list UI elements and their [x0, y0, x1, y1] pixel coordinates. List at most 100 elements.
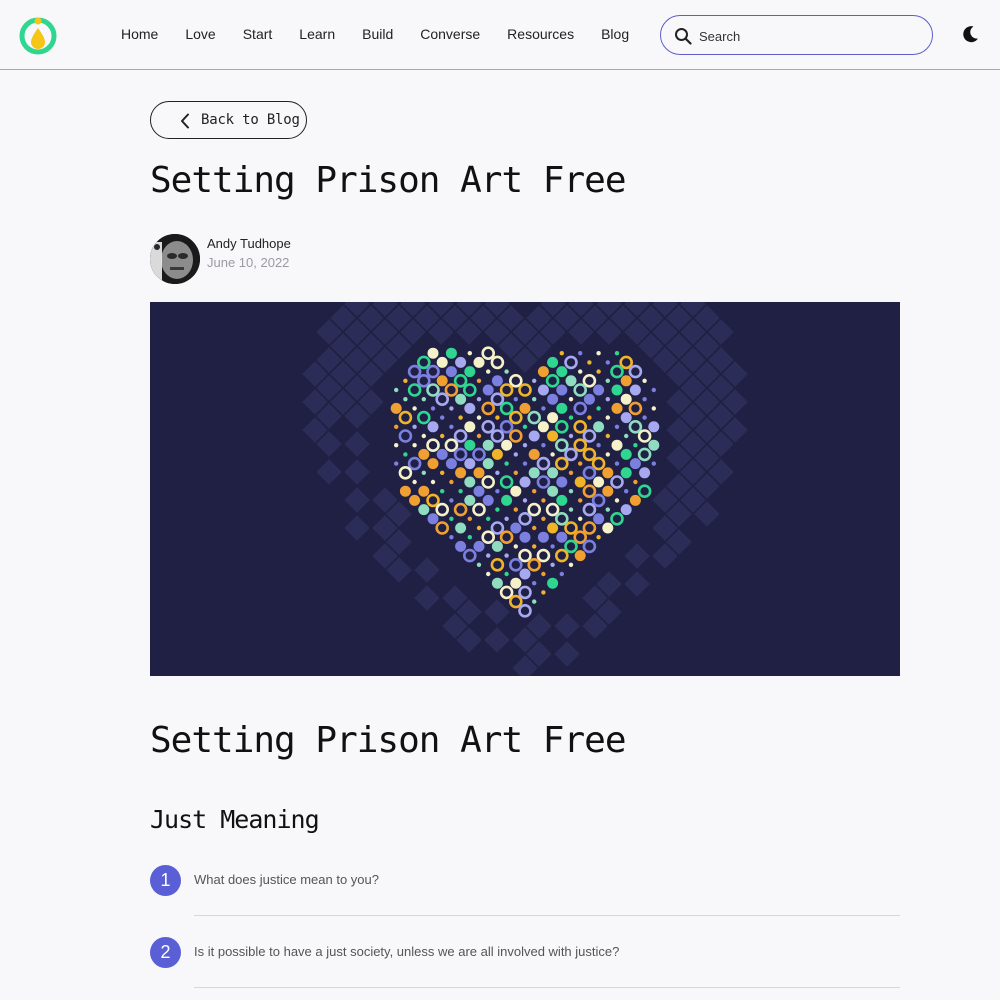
top-navigation-bar: Home Love Start Learn Build Converse Res… — [0, 0, 1000, 70]
heart-dot — [556, 494, 568, 506]
heart-dot — [537, 531, 549, 543]
heart-dot — [602, 485, 614, 497]
heart-dot — [651, 387, 656, 393]
nav-resources[interactable]: Resources — [507, 26, 574, 42]
heart-dot — [436, 448, 448, 460]
chevron-left-icon — [181, 113, 189, 129]
author-avatar[interactable] — [150, 234, 200, 284]
heart-dot — [545, 374, 560, 388]
heart-dot — [582, 447, 597, 462]
background-diamond — [624, 571, 650, 597]
heart-dot — [582, 429, 597, 443]
back-button-label: Back to Blog — [201, 112, 300, 128]
heart-dot — [464, 439, 476, 451]
nav-blog[interactable]: Blog — [601, 26, 629, 42]
heart-dot — [455, 522, 467, 534]
heart-dot — [522, 443, 528, 448]
heart-dot — [421, 470, 426, 475]
heart-dot — [499, 475, 514, 489]
heart-dot — [637, 429, 652, 443]
search-box[interactable] — [660, 15, 933, 55]
heart-dot — [398, 410, 413, 425]
heart-dot — [499, 530, 514, 544]
heart-dot — [651, 406, 656, 411]
post-date: June 10, 2022 — [207, 255, 290, 270]
heart-dot — [568, 507, 574, 512]
heart-dot — [628, 364, 643, 379]
site-logo[interactable] — [18, 15, 58, 55]
heart-dot — [462, 383, 477, 397]
heart-dot — [491, 540, 503, 552]
moon-icon[interactable] — [960, 24, 980, 44]
heart-dot — [486, 571, 491, 577]
heart-dot — [564, 521, 578, 535]
nav-start[interactable]: Start — [243, 26, 273, 42]
heart-dot — [427, 421, 439, 433]
heart-dot — [412, 424, 417, 429]
heart-dot — [527, 557, 542, 572]
heart-illustration — [302, 302, 748, 676]
heart-dot — [510, 485, 522, 497]
heart-dot — [573, 438, 588, 452]
heart-dot — [605, 360, 610, 365]
heart-dot — [467, 535, 472, 540]
heart-dot — [605, 452, 610, 457]
heart-dot — [554, 420, 569, 434]
heart-dot — [445, 347, 457, 359]
heart-dot — [495, 507, 500, 512]
heart-dot — [476, 562, 482, 567]
heart-dot — [614, 424, 620, 429]
heart-dot — [556, 476, 568, 488]
heart-dot — [499, 401, 514, 416]
heart-dot — [620, 412, 632, 424]
heart-dot — [403, 452, 408, 457]
heart-dot — [532, 599, 537, 604]
heart-dot — [458, 415, 463, 420]
heart-dot — [407, 456, 422, 471]
heart-dot — [510, 522, 522, 534]
heart-dot — [490, 557, 505, 572]
back-to-blog-button[interactable]: Back to Blog — [150, 101, 307, 139]
heart-dot — [537, 421, 549, 433]
heart-dot — [605, 433, 610, 439]
heart-dot — [620, 375, 632, 387]
heart-dot — [629, 458, 641, 470]
heart-dot — [559, 571, 564, 577]
author-name[interactable]: Andy Tudhope — [207, 236, 291, 251]
heart-dot — [610, 512, 624, 526]
heart-dot — [476, 378, 482, 383]
nav-build[interactable]: Build — [362, 26, 393, 42]
heart-dot — [578, 369, 583, 374]
nav-love[interactable]: Love — [185, 26, 215, 42]
heart-dot — [614, 498, 620, 503]
heart-dot — [495, 470, 500, 475]
heart-dot — [473, 356, 485, 368]
heart-dot — [587, 415, 592, 420]
heart-dot — [547, 412, 559, 424]
heart-dot — [605, 507, 610, 512]
heart-dot — [554, 512, 569, 526]
heart-dot — [578, 498, 583, 503]
search-input[interactable] — [699, 24, 919, 48]
nav-converse[interactable]: Converse — [420, 26, 480, 42]
heart-dot — [578, 516, 583, 521]
nav-learn[interactable]: Learn — [299, 26, 335, 42]
heart-dot — [453, 374, 468, 388]
heart-dot — [574, 476, 586, 488]
heart-dot — [495, 415, 500, 420]
heart-dot — [620, 467, 632, 479]
heart-dot — [504, 461, 509, 466]
heart-dot — [394, 387, 399, 393]
question-text: What does justice mean to you? — [194, 872, 379, 887]
nav-home[interactable]: Home — [121, 26, 158, 42]
heart-dot — [611, 384, 623, 396]
heart-dot — [537, 384, 549, 396]
heart-dot — [399, 485, 411, 497]
heart-dot — [593, 513, 605, 525]
heart-dot — [440, 415, 445, 420]
heart-dot — [554, 438, 569, 452]
heart-dot — [532, 581, 537, 586]
heart-dot — [596, 443, 601, 448]
heart-dot — [593, 476, 605, 488]
heart-dot — [421, 397, 426, 402]
